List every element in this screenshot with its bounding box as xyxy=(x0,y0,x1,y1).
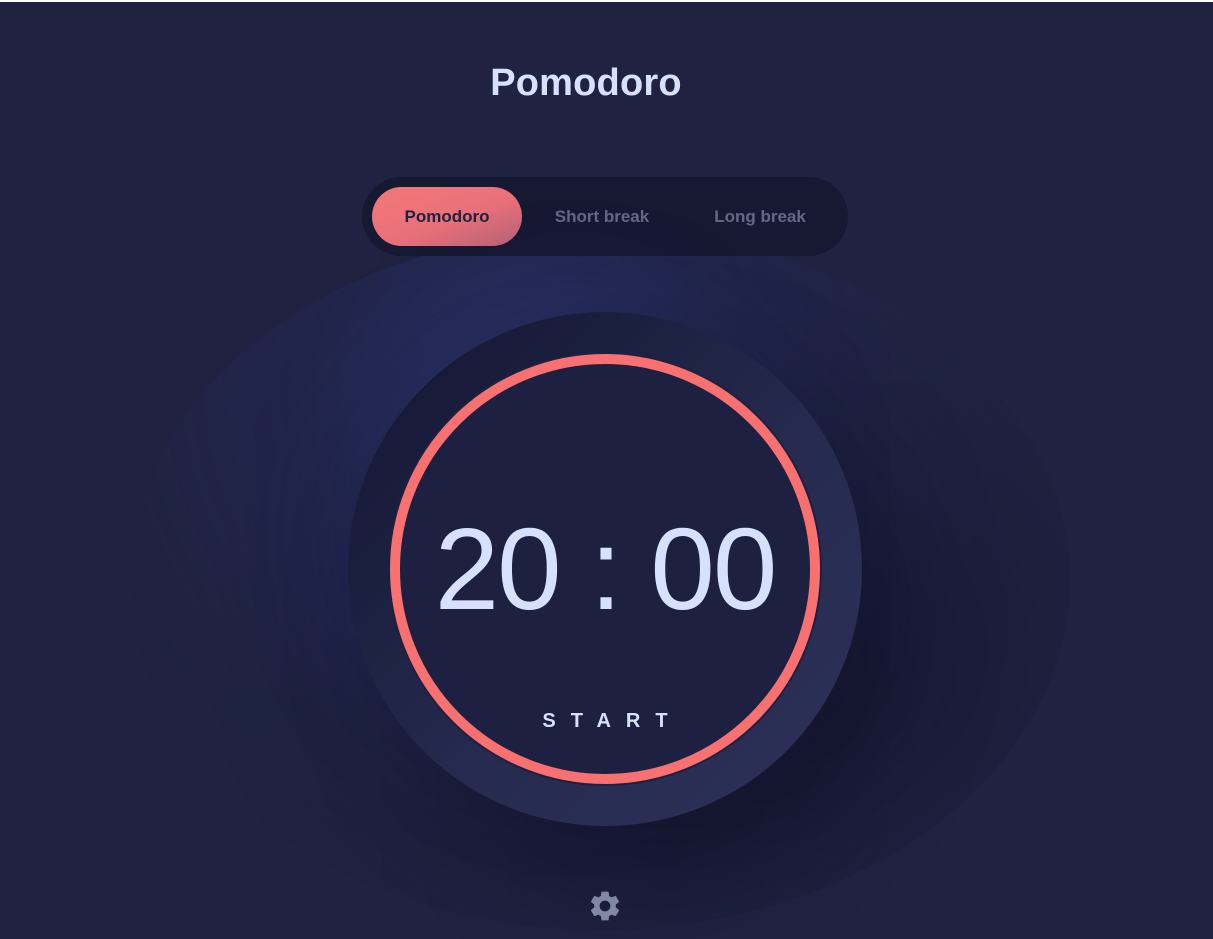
start-button[interactable]: START xyxy=(388,710,822,733)
window-top-edge xyxy=(0,0,1213,2)
gear-icon[interactable] xyxy=(587,888,623,924)
tab-long-break[interactable]: Long break xyxy=(690,187,830,246)
timer-inner-dial: 20 : 00 START xyxy=(388,352,822,786)
tab-short-break[interactable]: Short break xyxy=(532,187,672,246)
time-display: 20 : 00 xyxy=(434,504,778,634)
mode-selector: Pomodoro Short break Long break xyxy=(362,177,848,256)
tab-pomodoro[interactable]: Pomodoro xyxy=(372,187,522,246)
pomodoro-app: Pomodoro Pomodoro Short break Long break… xyxy=(0,0,1213,939)
timer-dial[interactable]: 20 : 00 START xyxy=(348,312,862,826)
app-title: Pomodoro xyxy=(490,62,682,104)
